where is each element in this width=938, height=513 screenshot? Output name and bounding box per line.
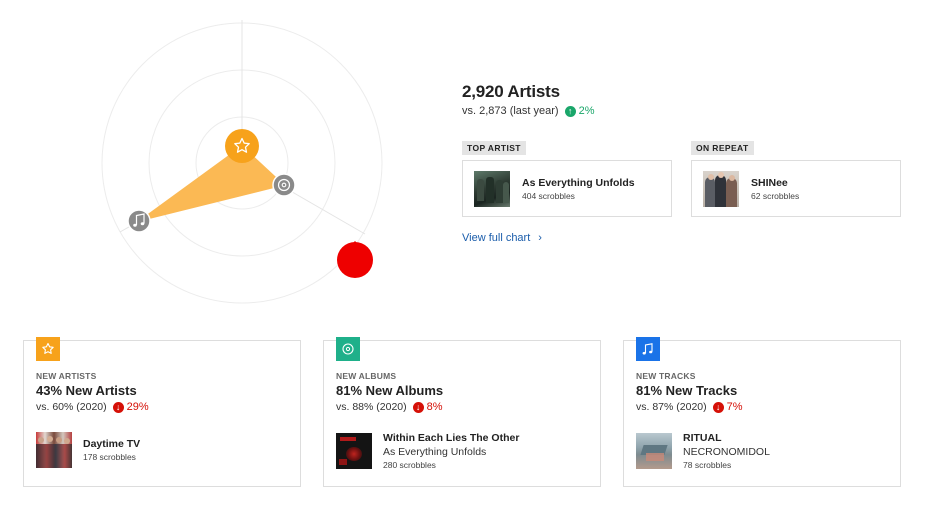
new-tracks-comparison: vs. 87% (2020) ↓ 7% [636,401,743,413]
new-albums-change-badge: ↓ 8% [412,401,443,413]
new-tracks-top-item[interactable]: RITUAL NECRONOMIDOL 78 scrobbles [636,432,770,470]
new-tracks-label: NEW TRACKS [636,371,696,381]
new-albums-item-artist[interactable]: As Everything Unfolds [383,446,519,458]
on-repeat-card[interactable]: SHINee 62 scrobbles [691,160,901,217]
new-artists-change: 29% [126,401,149,413]
radar-area [138,145,286,222]
new-artists-item-name[interactable]: Daytime TV [83,438,140,450]
new-tracks-item-artist[interactable]: NECRONOMIDOL [683,446,770,458]
new-albums-top-item[interactable]: Within Each Lies The Other As Everything… [336,432,519,470]
new-artists-icon-badge [36,337,60,361]
new-artists-label: NEW ARTISTS [36,371,97,381]
on-repeat-image [703,170,739,207]
arrow-down-icon: ↓ [112,401,124,413]
ritual-cover [636,433,672,469]
new-artists-item-scrobbles: 178 scrobbles [83,452,136,462]
new-tracks-change-badge: ↓ 7% [712,401,743,413]
new-albums-headline: 81% New Albums [336,383,444,398]
arrow-up-icon: ↑ [564,105,576,117]
music-note-icon [642,343,653,355]
disc-icon [342,343,354,355]
top-artist-image [474,170,510,207]
new-tracks-icon-badge [636,337,660,361]
new-artists-headline: 43% New Artists [36,383,137,398]
radar-node-tracks[interactable] [127,209,151,233]
new-albums-item-name[interactable]: Within Each Lies The Other [383,432,519,444]
new-artists-top-item[interactable]: Daytime TV 178 scrobbles [36,432,140,468]
star-icon [42,342,54,354]
top-artist-name[interactable]: As Everything Unfolds [522,177,635,189]
summary-change-value: 2% [578,105,595,117]
new-artists-card: NEW ARTISTS 43% New Artists vs. 60% (202… [23,337,301,487]
new-tracks-item-name[interactable]: RITUAL [683,432,770,444]
new-albums-vs: vs. 88% (2020) [336,401,407,413]
top-artist-card[interactable]: As Everything Unfolds 404 scrobbles [462,160,672,217]
new-albums-card: NEW ALBUMS 81% New Albums vs. 88% (2020)… [323,337,601,487]
summary-change-badge: ↑ 2% [564,105,595,117]
on-repeat-section: ON REPEAT SHINee 62 scrobbles [691,138,901,217]
radar-node-albums[interactable] [272,173,296,197]
new-artists-comparison: vs. 60% (2020) ↓ 29% [36,401,149,413]
within-each-lies-the-other-cover [336,433,372,469]
chevron-right-icon: › [538,232,542,244]
top-artist-scrobbles: 404 scrobbles [522,190,575,201]
daytime-tv-image [36,432,72,468]
new-tracks-vs: vs. 87% (2020) [636,401,707,413]
new-albums-change: 8% [426,401,443,413]
summary-comparison: vs. 2,873 (last year) ↑ 2% [462,105,922,117]
radar-node-artists[interactable] [225,129,259,163]
total-artists: 2,920 Artists [462,82,560,101]
on-repeat-name[interactable]: SHINee [751,177,799,189]
top-artist-section: TOP ARTIST As Everything Unfolds 404 scr… [462,138,672,217]
radar-marker [337,241,373,278]
on-repeat-scrobbles: 62 scrobbles [751,190,800,201]
arrow-down-icon: ↓ [712,401,724,413]
new-artists-change-badge: ↓ 29% [112,401,149,413]
new-tracks-headline: 81% New Tracks [636,383,738,398]
top-artist-tag: TOP ARTIST [462,141,526,155]
new-tracks-change: 7% [726,401,743,413]
artists-summary: 2,920 Artists vs. 2,873 (last year) ↑ 2% [462,82,922,117]
view-full-chart-link[interactable]: View full chart › [462,232,542,244]
new-tracks-card: NEW TRACKS 81% New Tracks vs. 87% (2020)… [623,337,901,487]
new-artists-vs: vs. 60% (2020) [36,401,107,413]
summary-vs-text: vs. 2,873 (last year) [462,105,559,117]
arrow-down-icon: ↓ [412,401,424,413]
new-tracks-item-scrobbles: 78 scrobbles [683,460,732,470]
new-albums-label: NEW ALBUMS [336,371,397,381]
listening-radar-chart [101,20,383,304]
on-repeat-tag: ON REPEAT [691,141,754,155]
new-albums-item-scrobbles: 280 scrobbles [383,460,436,470]
view-full-chart-label: View full chart [462,232,531,244]
new-albums-icon-badge [336,337,360,361]
new-albums-comparison: vs. 88% (2020) ↓ 8% [336,401,443,413]
